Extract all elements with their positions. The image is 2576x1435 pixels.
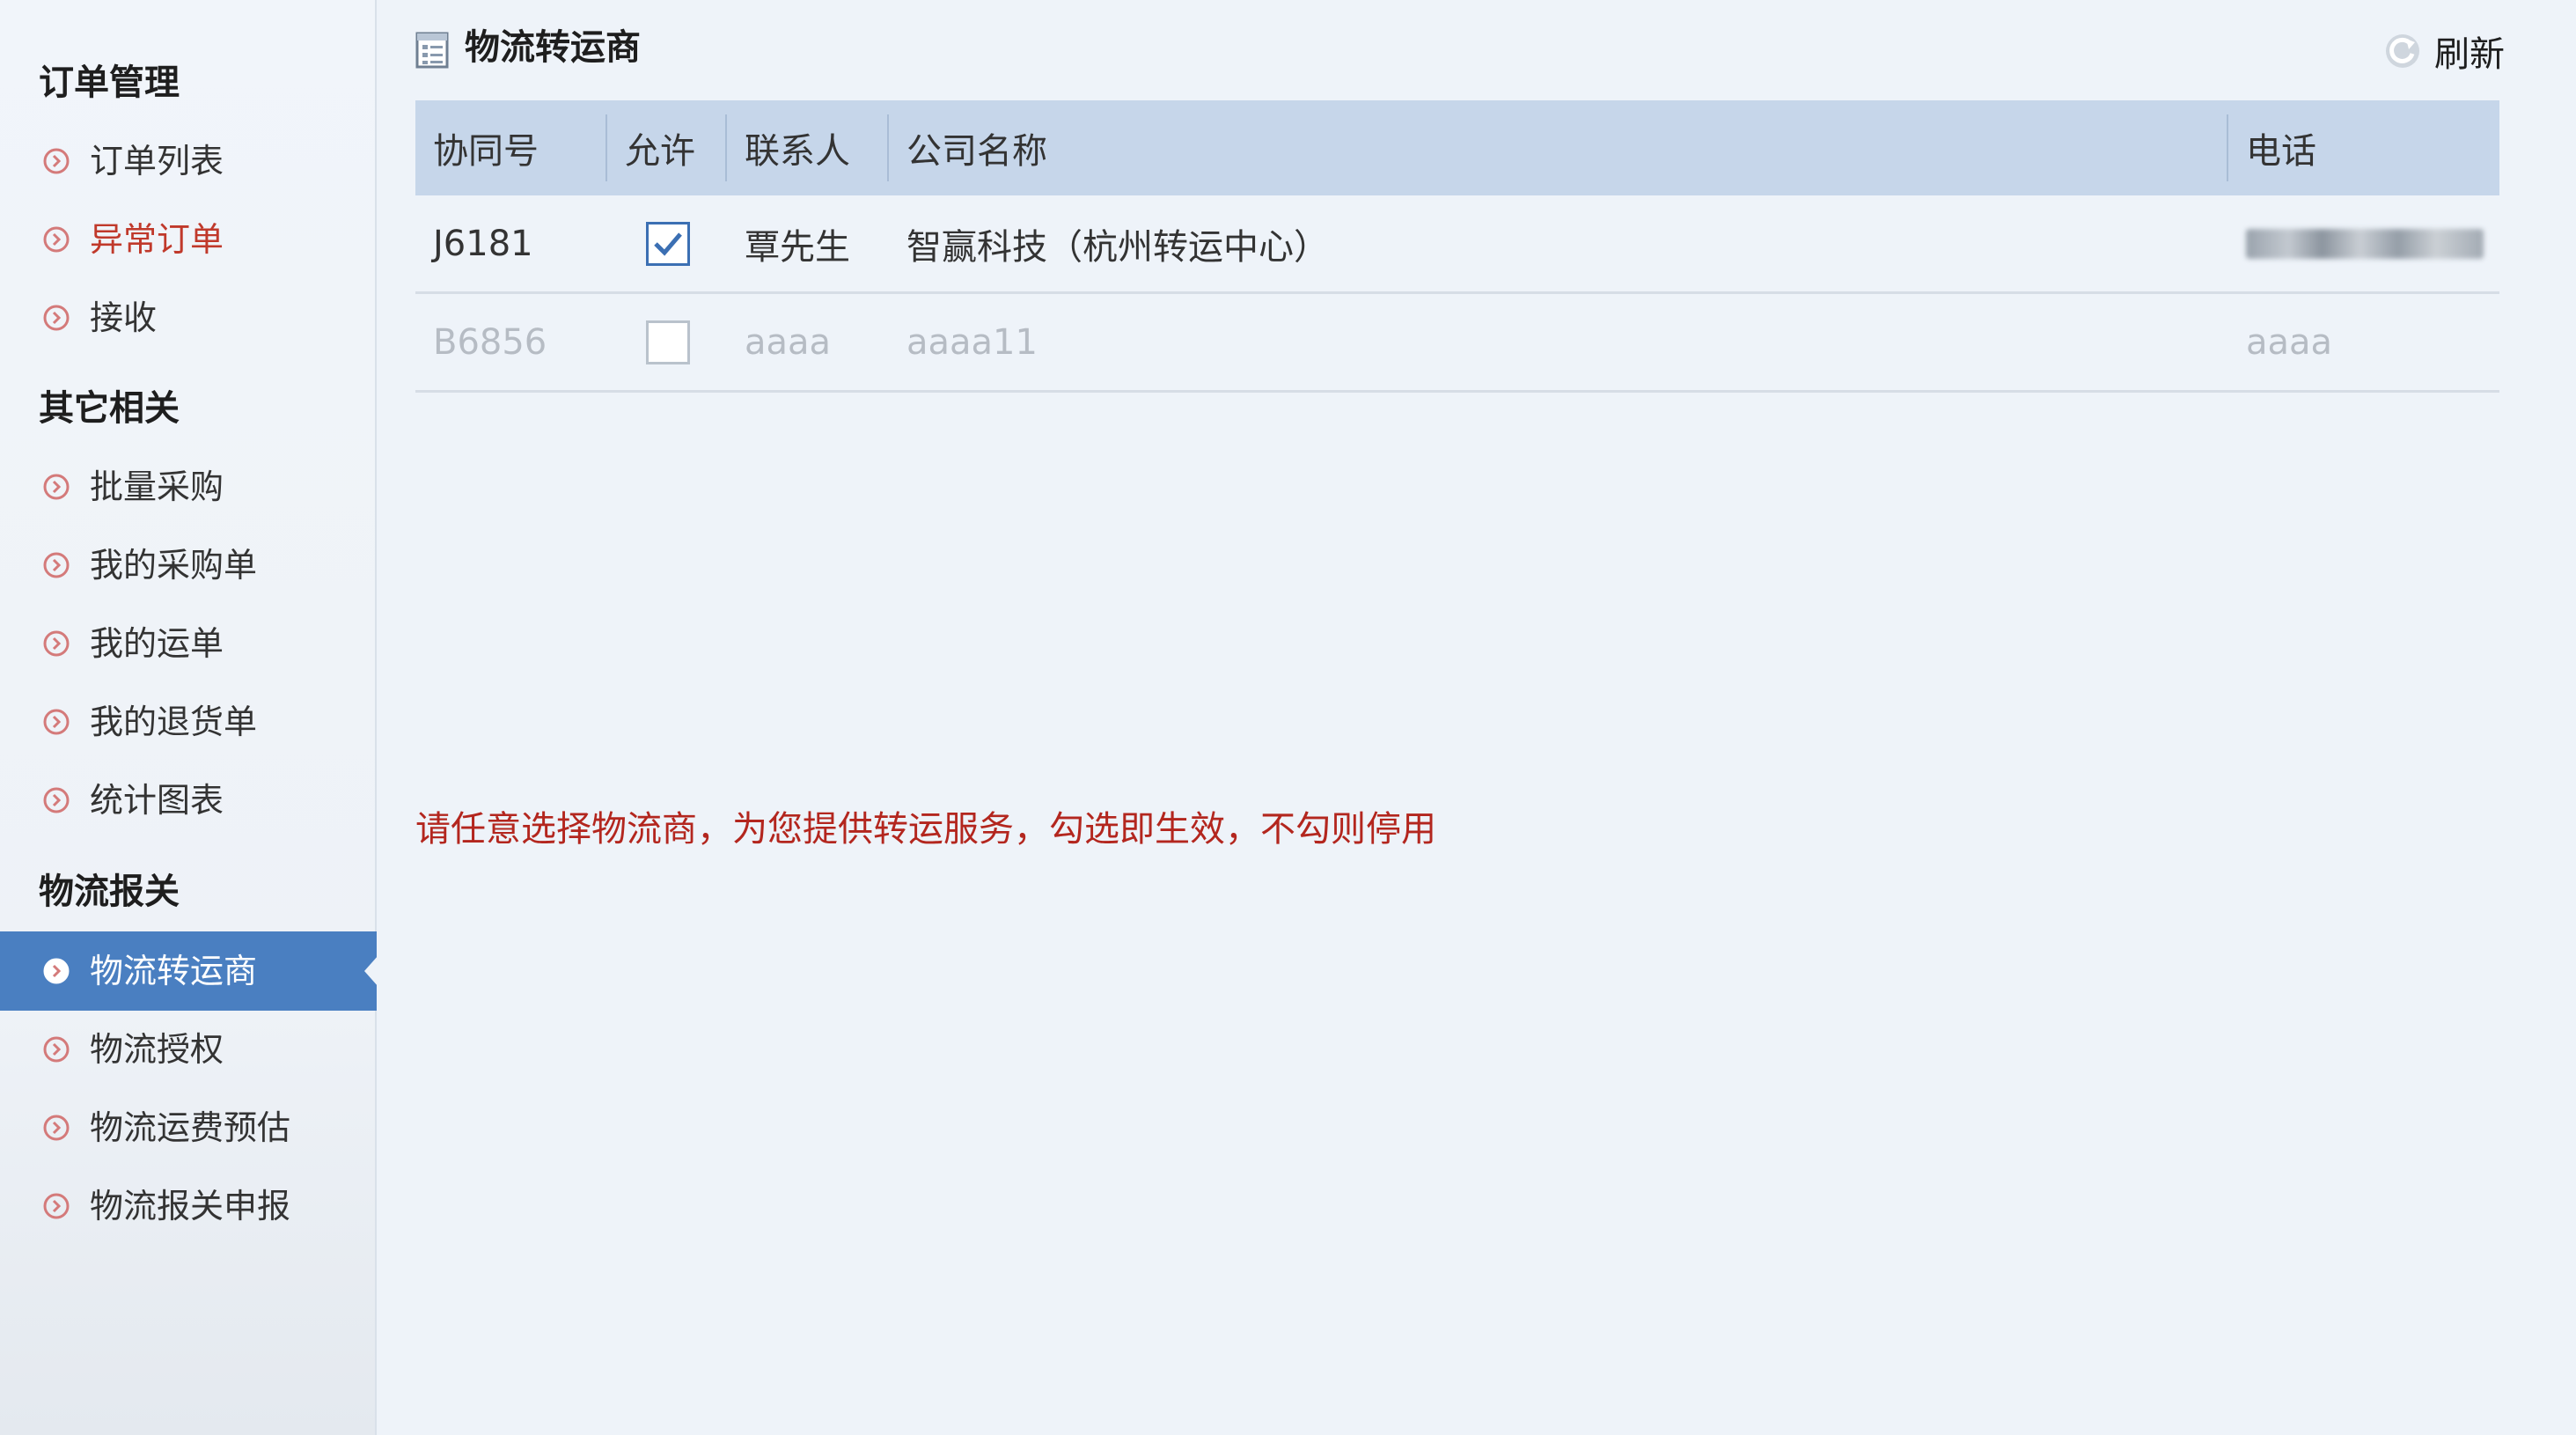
column-header-id: 协同号 <box>433 131 539 172</box>
sidebar-item-bulk-purchase[interactable]: 批量采购 <box>0 447 377 526</box>
sidebar-item-my-returns[interactable]: 我的退货单 <box>0 682 377 762</box>
sidebar-item-label: 我的退货单 <box>90 703 258 741</box>
table-row: B6856 aaaa aaaa11 aaaa <box>415 294 2499 393</box>
page-title: 物流转运商 <box>465 27 641 68</box>
circle-chevron-right-icon <box>42 147 70 175</box>
sidebar-section-title-orders: 订单管理 <box>39 63 180 103</box>
sidebar-item-logistics-authorization[interactable]: 物流授权 <box>0 1010 377 1089</box>
list-document-icon <box>415 32 449 69</box>
table-row: J6181 覃先生 智赢科技（杭州转运中心） <box>415 195 2499 294</box>
notice-text: 请任意选择物流商，为您提供转运服务，勾选即生效，不勾则停用 <box>415 809 1436 850</box>
sidebar-item-my-waybills[interactable]: 我的运单 <box>0 604 377 683</box>
allow-checkbox[interactable] <box>646 221 690 266</box>
cell-allowed <box>607 195 725 291</box>
forwarders-table: 协同号 允许 联系人 公司名称 电话 J6181 覃先生 智赢科技（杭州转运中心… <box>415 100 2499 393</box>
cell-company: aaaa11 <box>906 321 1038 363</box>
cell-contact: 覃先生 <box>745 226 850 268</box>
circle-chevron-right-icon <box>42 786 70 814</box>
circle-chevron-right-icon <box>42 225 70 254</box>
circle-chevron-right-icon <box>42 551 70 579</box>
column-header-phone: 电话 <box>2246 131 2316 172</box>
circle-chevron-right-icon <box>42 957 70 985</box>
sidebar-item-label: 接收 <box>90 298 158 337</box>
sidebar-item-label: 我的运单 <box>90 624 224 663</box>
panel-header: 物流转运商 刷新 <box>412 23 2524 76</box>
allow-checkbox[interactable] <box>646 320 690 364</box>
sidebar-item-label: 批量采购 <box>90 467 224 506</box>
cell-id: B6856 <box>433 321 547 363</box>
table-header: 协同号 允许 联系人 公司名称 电话 <box>415 100 2499 195</box>
sidebar-section-title-other: 其它相关 <box>39 388 180 429</box>
circle-chevron-right-icon <box>42 708 70 736</box>
refresh-icon <box>2383 32 2422 70</box>
sidebar-item-label: 我的采购单 <box>90 546 258 585</box>
sidebar: 订单管理 订单列表 异常订单 接收 其它相关 批量采购 我的采购单 我的运单 我… <box>0 0 378 1435</box>
circle-chevron-right-icon <box>42 304 70 332</box>
refresh-label: 刷新 <box>2434 34 2505 75</box>
app-window: 订单管理 订单列表 异常订单 接收 其它相关 批量采购 我的采购单 我的运单 我… <box>0 0 2576 1435</box>
sidebar-item-customs-declaration[interactable]: 物流报关申报 <box>0 1166 377 1246</box>
sidebar-item-label: 异常订单 <box>90 220 224 259</box>
sidebar-item-order-list[interactable]: 订单列表 <box>0 121 377 201</box>
checkmark-icon <box>654 232 682 256</box>
circle-chevron-right-icon <box>42 1114 70 1142</box>
circle-chevron-right-icon <box>42 1192 70 1220</box>
cell-phone <box>2228 195 2499 291</box>
sidebar-item-label: 物流授权 <box>90 1030 224 1069</box>
main-panel: 物流转运商 刷新 协同号 允许 联系人 公司名称 电话 J6181 覃先生 智赢… <box>377 0 2576 1435</box>
sidebar-item-statistics-charts[interactable]: 统计图表 <box>0 761 377 840</box>
column-header-contact: 联系人 <box>745 131 850 172</box>
sidebar-item-label: 统计图表 <box>90 781 224 820</box>
sidebar-item-label: 物流运费预估 <box>90 1108 291 1147</box>
cell-contact: aaaa <box>745 321 832 363</box>
sidebar-section-title-logistics: 物流报关 <box>39 872 180 912</box>
refresh-button[interactable]: 刷新 <box>2383 26 2505 76</box>
sidebar-item-label: 物流报关申报 <box>90 1187 291 1225</box>
redacted-phone <box>2246 228 2484 259</box>
sidebar-item-abnormal-orders[interactable]: 异常订单 <box>0 200 377 279</box>
circle-chevron-right-icon <box>42 629 70 658</box>
circle-chevron-right-icon <box>42 1035 70 1063</box>
cell-id: J6181 <box>433 223 533 264</box>
cell-company: 智赢科技（杭州转运中心） <box>906 226 1329 268</box>
column-header-company: 公司名称 <box>906 131 1047 172</box>
sidebar-item-my-purchase-orders[interactable]: 我的采购单 <box>0 526 377 605</box>
cell-phone: aaaa <box>2246 321 2333 363</box>
sidebar-item-label: 订单列表 <box>90 142 224 180</box>
sidebar-item-logistics-forwarders[interactable]: 物流转运商 <box>0 931 378 1011</box>
column-header-allowed: 允许 <box>625 131 695 172</box>
cell-allowed <box>607 294 725 390</box>
sidebar-item-label: 物流转运商 <box>90 952 258 990</box>
sidebar-item-receive[interactable]: 接收 <box>0 278 377 357</box>
sidebar-item-freight-estimate[interactable]: 物流运费预估 <box>0 1088 377 1167</box>
circle-chevron-right-icon <box>42 473 70 501</box>
